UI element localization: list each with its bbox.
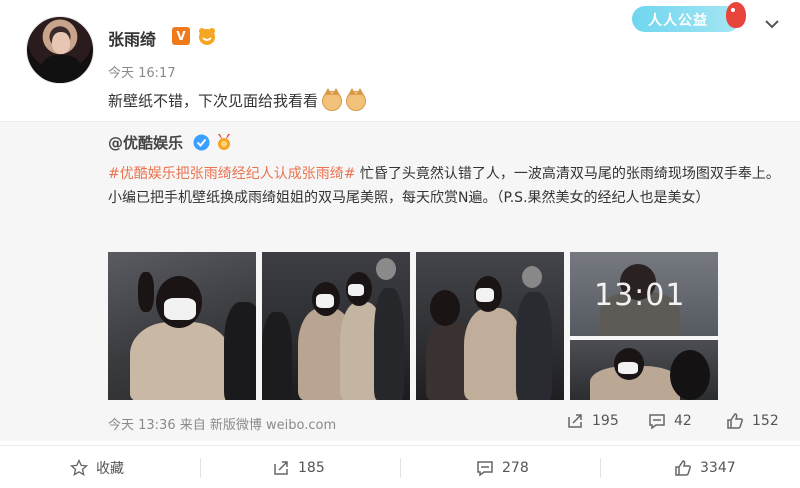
like-count: 3347 xyxy=(700,459,736,476)
comment-icon xyxy=(477,460,493,476)
post-text-content: 新壁纸不错，下次见面给我看看 xyxy=(108,92,319,110)
divider xyxy=(600,458,601,478)
repost-button[interactable]: 185 xyxy=(272,446,325,488)
cat-icon xyxy=(346,87,367,111)
weibo-post: 张雨绮 V 今天 16:17 新壁纸不错，下次见面给我看看 人人公益 @优酷娱乐 xyxy=(0,0,800,488)
medal-icon xyxy=(218,134,230,150)
cat-icon xyxy=(322,87,343,111)
action-bar: 收藏 185 278 3347 xyxy=(0,445,800,488)
comment-count: 278 xyxy=(502,459,529,476)
photo-4[interactable]: 13:01 xyxy=(570,252,718,336)
photo-5[interactable] xyxy=(570,340,718,400)
repost-like-stat[interactable]: 152 xyxy=(726,412,779,430)
photo-2[interactable] xyxy=(262,252,410,400)
post-time[interactable]: 今天 16:17 xyxy=(108,62,176,81)
divider xyxy=(400,458,401,478)
repost-card[interactable]: @优酷娱乐 #优酷娱乐把张雨绮经纪人认成张雨绮# 忙昏了头竟然认错了人，一波高清… xyxy=(0,121,800,441)
repost-comment-count: 42 xyxy=(674,413,692,429)
favorite-button[interactable]: 收藏 xyxy=(70,446,124,488)
share-icon xyxy=(568,414,582,428)
repost-forward-stat[interactable]: 195 xyxy=(566,412,619,430)
charity-promo-badge[interactable]: 人人公益 xyxy=(628,2,748,34)
repost-count: 185 xyxy=(298,459,325,476)
like-button[interactable]: 3347 xyxy=(674,446,736,488)
photo-1[interactable] xyxy=(108,252,256,400)
repost-meta[interactable]: 今天 13:36 来自 新版微博 weibo.com xyxy=(108,414,336,433)
repost-text: #优酷娱乐把张雨绮经纪人认成张雨绮# 忙昏了头竟然认错了人，一波高清双马尾的张雨… xyxy=(108,162,783,210)
star-icon xyxy=(70,458,88,476)
favorite-label: 收藏 xyxy=(96,460,124,477)
member-badge-icon xyxy=(199,28,215,45)
like-icon xyxy=(727,413,743,429)
chevron-down-icon[interactable] xyxy=(762,14,782,34)
photo-3[interactable] xyxy=(416,252,564,400)
hashtag-link[interactable]: #优酷娱乐把张雨绮经纪人认成张雨绮# xyxy=(108,166,355,182)
repost-comment-stat[interactable]: 42 xyxy=(648,412,692,430)
like-icon xyxy=(675,459,691,476)
repost-like-count: 152 xyxy=(752,413,779,429)
comment-icon xyxy=(649,414,665,430)
promo-label: 人人公益 xyxy=(648,13,708,29)
verified-icon xyxy=(193,134,210,151)
photo-clock-overlay: 13:01 xyxy=(594,278,686,313)
bird-mascot-icon xyxy=(726,2,746,28)
author-name[interactable]: 张雨绮 xyxy=(108,26,156,50)
repost-forward-count: 195 xyxy=(592,413,619,429)
comment-button[interactable]: 278 xyxy=(476,446,529,488)
divider xyxy=(200,458,201,478)
post-text: 新壁纸不错，下次见面给我看看 xyxy=(108,87,367,111)
avatar[interactable] xyxy=(26,16,94,84)
repost-author[interactable]: @优酷娱乐 xyxy=(108,132,183,153)
vip-badge: V xyxy=(172,27,190,45)
share-icon xyxy=(274,460,288,475)
